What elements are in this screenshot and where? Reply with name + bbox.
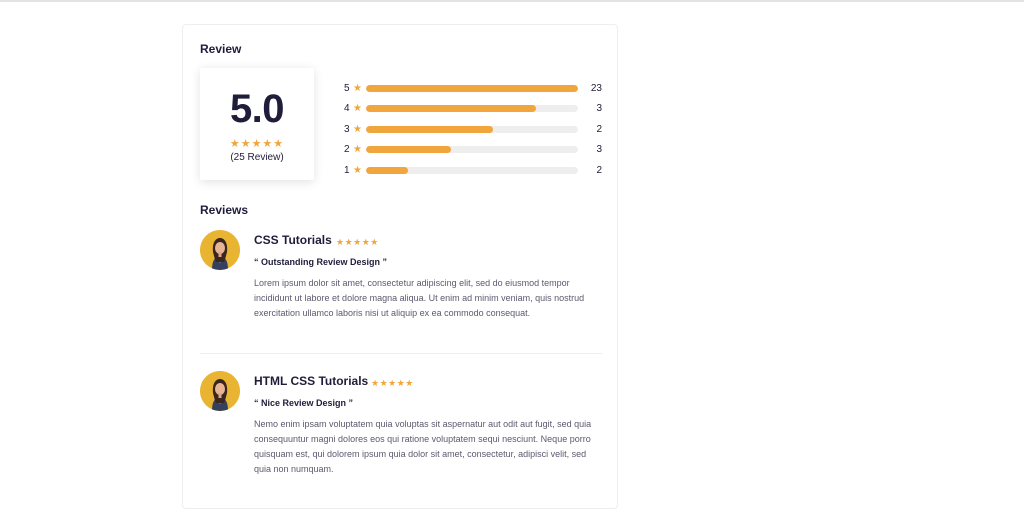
reviewer-name: CSS Tutorials bbox=[254, 233, 332, 247]
rating-summary-box: 5.0 ★★★★★ (25 Review) bbox=[200, 68, 314, 180]
rating-bar-track bbox=[366, 166, 578, 174]
rating-bar-track bbox=[366, 84, 578, 92]
rating-label: 2 bbox=[344, 144, 350, 156]
rating-bar-track bbox=[366, 125, 578, 133]
review-stars-icon: ★★★★★ bbox=[336, 237, 379, 247]
average-score: 5.0 bbox=[229, 87, 285, 131]
user-avatar bbox=[200, 371, 240, 411]
review-count-text: (25 Review) bbox=[230, 152, 284, 163]
rating-label: 1 bbox=[344, 164, 350, 176]
review-headline: “ Outstanding Review Design ” bbox=[254, 257, 388, 267]
rating-row-4: 4 ★ 3 bbox=[344, 99, 604, 120]
rating-row-3: 3 ★ 2 bbox=[344, 119, 604, 140]
star-icon: ★ bbox=[353, 144, 362, 156]
rating-bar-fill bbox=[366, 105, 536, 113]
review-headline: “ Nice Review Design ” bbox=[254, 398, 354, 408]
review-item: CSS Tutorials ★★★★★ “ Outstanding Review… bbox=[200, 230, 604, 340]
rating-count: 3 bbox=[596, 103, 602, 115]
rating-row-2: 2 ★ 3 bbox=[344, 140, 604, 161]
review-heading: Review bbox=[200, 42, 242, 56]
rating-label: 3 bbox=[344, 123, 350, 135]
rating-bar-fill bbox=[366, 146, 451, 154]
rating-bar-fill bbox=[366, 125, 494, 133]
rating-breakdown: 5 ★ 23 4 ★ 3 3 ★ 2 2 ★ 3 1 ★ 2 bbox=[344, 78, 604, 181]
rating-bar-track bbox=[366, 105, 578, 113]
average-stars-icon: ★★★★★ bbox=[229, 138, 285, 150]
star-icon: ★ bbox=[353, 123, 362, 135]
review-body: Nemo enim ipsam voluptatem quia voluptas… bbox=[254, 419, 592, 474]
review-card: Review 5.0 ★★★★★ (25 Review) 5 ★ 23 4 ★ … bbox=[182, 24, 618, 509]
rating-label: 5 bbox=[344, 82, 350, 94]
review-divider bbox=[200, 353, 602, 354]
rating-bar-fill bbox=[366, 84, 578, 92]
rating-bar-track bbox=[366, 146, 578, 154]
reviews-heading: Reviews bbox=[200, 203, 249, 217]
rating-label: 4 bbox=[344, 103, 350, 115]
rating-count: 3 bbox=[596, 144, 602, 156]
top-border-line bbox=[0, 0, 1024, 2]
reviewer-name: HTML CSS Tutorials bbox=[254, 374, 369, 388]
review-stars-icon: ★★★★★ bbox=[371, 378, 414, 388]
rating-count: 2 bbox=[596, 164, 602, 176]
review-body: Lorem ipsum dolor sit amet, consectetur … bbox=[254, 278, 585, 318]
star-icon: ★ bbox=[353, 103, 362, 115]
star-icon: ★ bbox=[353, 164, 362, 176]
review-item: HTML CSS Tutorials ★★★★★ “ Nice Review D… bbox=[200, 371, 604, 491]
rating-row-5: 5 ★ 23 bbox=[344, 78, 604, 99]
rating-row-1: 1 ★ 2 bbox=[344, 160, 604, 181]
star-icon: ★ bbox=[353, 82, 362, 94]
user-avatar bbox=[200, 230, 240, 270]
rating-bar-fill bbox=[366, 166, 409, 174]
rating-count: 2 bbox=[596, 123, 602, 135]
rating-count: 23 bbox=[590, 82, 602, 94]
